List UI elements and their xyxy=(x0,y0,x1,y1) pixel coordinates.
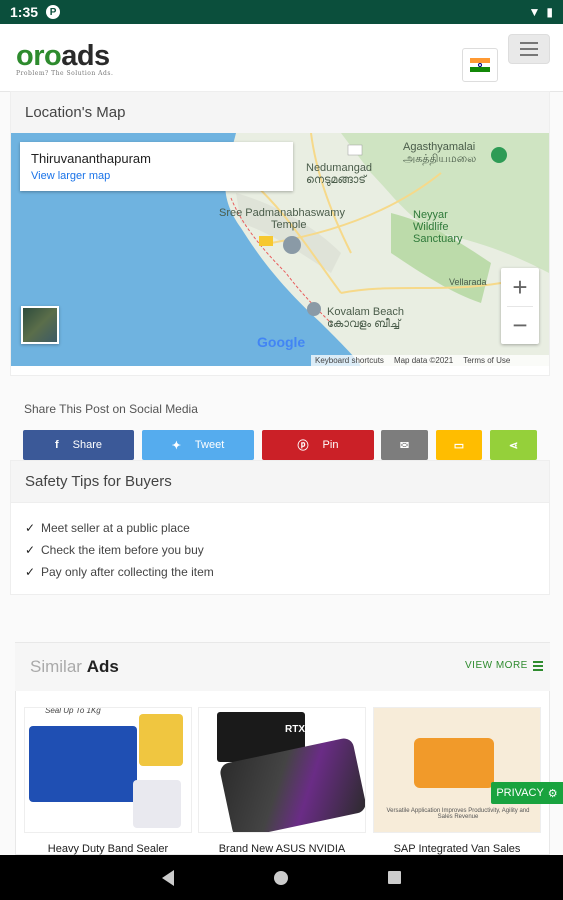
zoom-out-button[interactable]: − xyxy=(501,307,539,344)
safety-tip: ✓ Check the item before you buy xyxy=(25,543,204,557)
sms-share-button[interactable]: ▭ xyxy=(436,430,482,460)
map-data-text: Map data ©2021 xyxy=(393,356,454,365)
share-icon: ⋖ xyxy=(508,439,519,452)
sharethis-button[interactable]: ⋖ xyxy=(490,430,537,460)
satellite-toggle-button[interactable] xyxy=(21,306,59,344)
facebook-share-button[interactable]: f Share xyxy=(23,430,134,460)
facebook-icon: f xyxy=(54,439,59,451)
pinterest-share-button[interactable]: ⓟ Pin xyxy=(262,430,374,460)
safety-tips-list: ✓ Meet seller at a public place ✓ Check th… xyxy=(11,503,549,583)
safety-tips-card: Safety Tips for Buyers ✓ Meet seller at a… xyxy=(10,460,550,595)
system-nav-bar xyxy=(0,855,563,900)
zoom-in-button[interactable]: + xyxy=(501,268,539,306)
map-label-vellarada: Vellarada xyxy=(449,277,487,287)
ad-caption: Versatile Application Improves Productiv… xyxy=(386,808,530,820)
ad-title-sap-van[interactable]: SAP Integrated Van Sales xyxy=(373,843,541,855)
terms-of-use-link[interactable]: Terms of Use xyxy=(463,356,510,365)
check-icon: ✓ xyxy=(25,521,36,535)
share-title: Share This Post on Social Media xyxy=(24,402,198,416)
map-footer: Keyboard shortcuts Map data ©2021 Terms … xyxy=(311,355,549,366)
status-bar: 1:35 P ▼ ▮ xyxy=(0,0,563,24)
gear-icon: ⚙ xyxy=(547,787,558,800)
ad-title-asus-gpu[interactable]: Brand New ASUS NVIDIA xyxy=(198,843,366,855)
india-flag-icon xyxy=(470,58,490,73)
map-label-agasthyamalai: Agasthyamalai அகத்தியமலை xyxy=(403,141,477,166)
map-label-temple: Sree Padmanabhaswamy Temple xyxy=(219,207,345,232)
back-icon[interactable] xyxy=(162,869,174,886)
email-share-button[interactable]: ✉ xyxy=(381,430,428,460)
ad-card-asus-gpu[interactable]: RTX xyxy=(198,707,366,833)
hamburger-menu-button[interactable] xyxy=(508,34,550,64)
twitter-icon: ✦ xyxy=(171,439,181,452)
map-card-title: Location's Map xyxy=(11,92,549,134)
ad-card-band-sealer[interactable]: Seal Up To 1Kg xyxy=(24,707,192,833)
logo-oro: oro xyxy=(16,40,62,72)
battery-icon: ▮ xyxy=(546,5,553,19)
list-icon xyxy=(532,660,543,671)
privacy-button[interactable]: PRIVACY ⚙ xyxy=(491,782,563,804)
sealer-machine-image xyxy=(29,726,137,802)
safety-tips-title: Safety Tips for Buyers xyxy=(11,461,549,503)
safety-tip: ✓ Pay only after collecting the item xyxy=(25,565,214,579)
map-info-window: Thiruvananthapuram View larger map xyxy=(20,142,293,191)
recents-icon[interactable] xyxy=(388,871,401,884)
site-tagline: Problem? The Solution Ads. xyxy=(16,70,114,77)
pinterest-icon: ⓟ xyxy=(297,440,309,452)
map-label-nedumangad: Nedumangad നെടുമങ്ങാട് xyxy=(306,162,373,187)
country-selector[interactable] xyxy=(462,48,498,82)
google-logo: Google xyxy=(257,334,306,350)
ad-title-band-sealer[interactable]: Heavy Duty Band Sealer xyxy=(24,843,192,855)
similar-ads-title: Similar Ads xyxy=(30,657,119,676)
map-place-name: Thiruvananthapuram xyxy=(31,151,151,166)
twitter-share-button[interactable]: ✦ Tweet xyxy=(142,430,254,460)
atta-pack-image xyxy=(139,714,183,766)
powder-pack-image xyxy=(133,780,181,828)
delivery-van-image xyxy=(414,738,494,788)
google-map[interactable]: Thiruvananthapuram View larger map Nedum… xyxy=(11,133,549,366)
map-label-kovalam: Kovalam Beach കോവളം ബീച്ച് xyxy=(327,306,405,331)
check-icon: ✓ xyxy=(25,565,36,579)
home-icon[interactable] xyxy=(274,870,288,885)
view-more-link[interactable]: VIEW MORE xyxy=(465,660,543,671)
email-icon: ✉ xyxy=(399,439,410,452)
map-label-neyyar: Neyyar Wildlife Sanctuary xyxy=(413,209,463,246)
status-icons: ▼ ▮ xyxy=(529,5,554,19)
sms-icon: ▭ xyxy=(453,439,465,452)
status-time: 1:35 xyxy=(10,4,39,20)
ad-card-sap-van[interactable]: Versatile Application Improves Productiv… xyxy=(373,707,541,833)
view-larger-map-link[interactable]: View larger map xyxy=(31,170,282,182)
rtx-badge: RTX xyxy=(285,724,305,735)
zoom-controls: + − xyxy=(501,268,539,344)
wifi-icon: ▼ xyxy=(528,5,541,19)
ad-top-text: Seal Up To 1Kg xyxy=(45,707,101,715)
keyboard-shortcuts-link[interactable]: Keyboard shortcuts xyxy=(315,356,384,365)
logo-ads: ads xyxy=(61,40,110,72)
notification-icon: P xyxy=(46,5,61,19)
site-logo[interactable]: oroads xyxy=(16,40,110,73)
safety-tip: ✓ Meet seller at a public place xyxy=(25,521,190,535)
check-icon: ✓ xyxy=(25,543,36,557)
